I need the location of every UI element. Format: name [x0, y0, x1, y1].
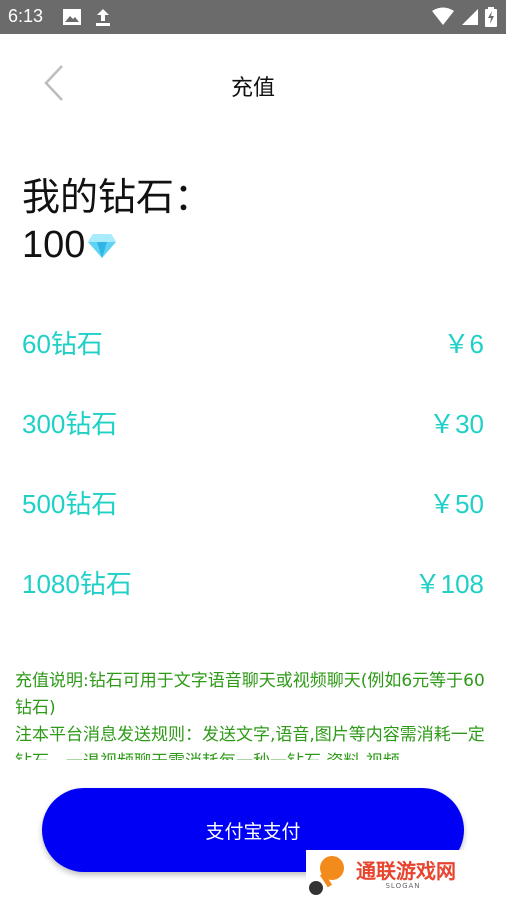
recharge-notice: 充值说明:钻石可用于文字语音聊天或视频聊天(例如6元等于60钻石) 注本平台消息…	[15, 668, 493, 760]
package-item[interactable]: 60钻石 ￥6	[0, 302, 506, 382]
diamond-icon	[88, 233, 117, 258]
package-item[interactable]: 1080钻石 ￥108	[0, 542, 506, 622]
pay-button-label: 支付宝支付	[205, 820, 301, 843]
battery-icon	[485, 7, 497, 31]
package-price: ￥108	[414, 569, 484, 599]
package-price: ￥6	[443, 329, 484, 359]
package-item[interactable]: 300钻石 ￥30	[0, 382, 506, 462]
notice-line: 注本平台消息发送规则：发送文字,语音,图片等内容需消耗一定钻石，一退视频聊天需消…	[15, 725, 485, 760]
watermark-logo: 通联游戏网 SLOGAN	[306, 850, 506, 900]
balance-label: 我的钻石：	[22, 175, 213, 219]
logo-icon	[309, 856, 344, 895]
package-name: 300钻石	[22, 409, 118, 439]
status-bar: 6:13	[0, 0, 506, 34]
package-price: ￥50	[429, 489, 484, 519]
signal-icon	[460, 7, 480, 31]
notice-line: 充值说明:钻石可用于文字语音聊天或视频聊天(例如6元等于60钻石)	[15, 671, 485, 718]
balance-value: 100	[22, 224, 117, 267]
watermark-slogan: SLOGAN	[385, 882, 421, 890]
watermark-text: 通联游戏网	[356, 859, 456, 883]
header: 充值	[0, 34, 506, 130]
balance-amount: 100	[22, 224, 86, 266]
status-time: 6:13	[8, 6, 44, 26]
package-item[interactable]: 500钻石 ￥50	[0, 462, 506, 542]
package-price: ￥30	[429, 409, 484, 439]
wifi-icon	[432, 7, 454, 31]
package-name: 1080钻石	[22, 569, 132, 599]
gallery-icon	[62, 7, 82, 31]
package-name: 60钻石	[22, 329, 103, 359]
upload-icon	[94, 7, 112, 31]
page-title: 充值	[230, 76, 275, 101]
package-name: 500钻石	[22, 489, 118, 519]
